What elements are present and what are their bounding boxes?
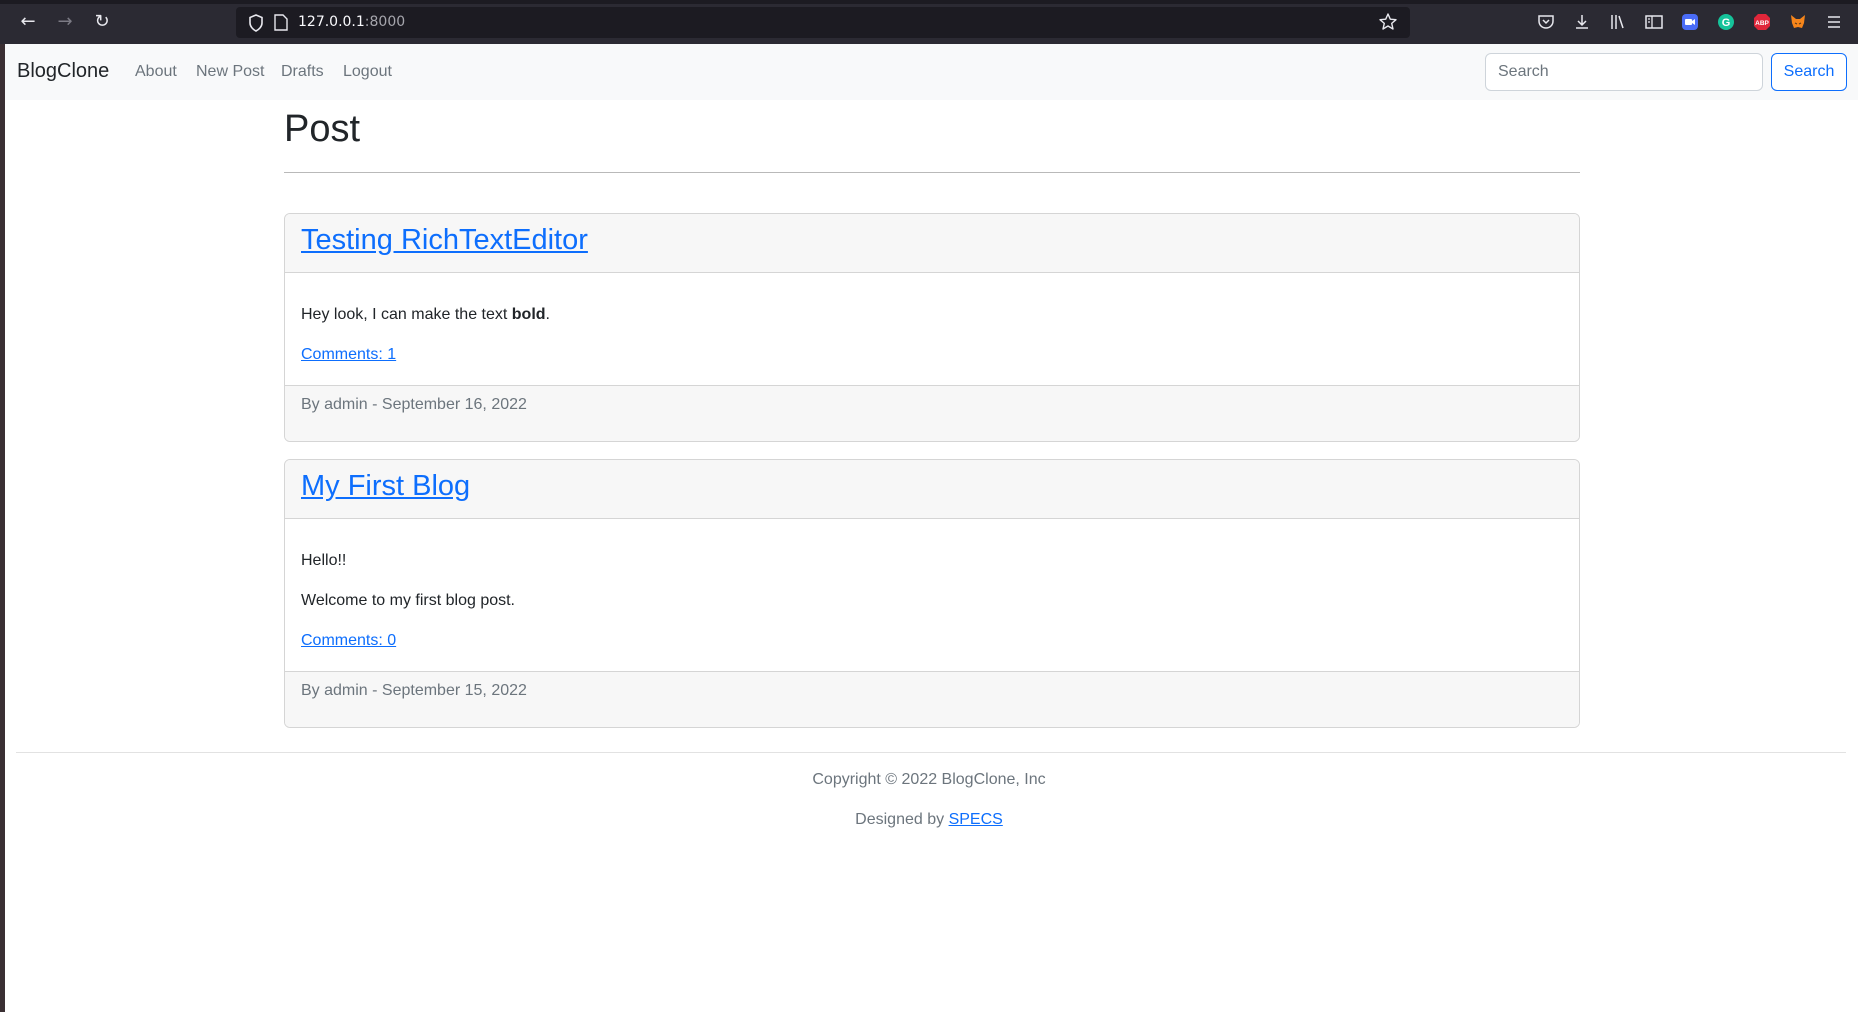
reload-icon[interactable]: ↻ bbox=[90, 10, 114, 34]
comments-link[interactable]: Comments: 1 bbox=[301, 346, 396, 364]
post-body-line: Welcome to my first blog post. bbox=[301, 592, 515, 609]
footer-divider bbox=[16, 752, 1846, 753]
nav-link-about[interactable]: About bbox=[135, 63, 177, 81]
page-title: Post bbox=[284, 108, 361, 150]
designed-by-text: Designed by SPECS bbox=[0, 811, 1858, 829]
back-arrow-icon[interactable]: ← bbox=[16, 10, 40, 34]
url-text: 127.0.0.1:8000 bbox=[298, 14, 405, 30]
url-host: 127.0.0.1 bbox=[298, 14, 365, 30]
brand-logo-text[interactable]: BlogClone bbox=[17, 60, 109, 83]
post-meta: By admin - September 15, 2022 bbox=[301, 682, 527, 699]
site-navbar: BlogClone About New Post Drafts Logout S… bbox=[5, 44, 1858, 100]
address-bar[interactable]: 127.0.0.1:8000 bbox=[236, 7, 1410, 38]
pocket-icon[interactable] bbox=[1536, 12, 1556, 32]
sidebar-icon[interactable] bbox=[1644, 12, 1664, 32]
designed-by-prefix: Designed by bbox=[855, 811, 949, 828]
post-card-footer: By admin - September 15, 2022 bbox=[285, 671, 1579, 727]
post-card: My First Blog Hello!! Welcome to my firs… bbox=[284, 459, 1580, 728]
nav-link-new-post[interactable]: New Post bbox=[196, 63, 264, 81]
menu-hamburger-icon[interactable] bbox=[1824, 12, 1844, 32]
post-body-suffix: . bbox=[545, 306, 550, 323]
title-divider bbox=[284, 172, 1580, 173]
bookmark-star-icon[interactable] bbox=[1378, 12, 1398, 32]
window-top-edge bbox=[0, 0, 1858, 4]
downloads-icon[interactable] bbox=[1572, 12, 1592, 32]
browser-toolbar: ← → ↻ 127.0.0.1:8000 G ABP bbox=[0, 0, 1858, 44]
post-body-line: Hello!! bbox=[301, 552, 347, 569]
svg-text:G: G bbox=[1722, 17, 1731, 29]
svg-text:ABP: ABP bbox=[1755, 20, 1769, 27]
copyright-text: Copyright © 2022 BlogClone, Inc bbox=[812, 771, 1046, 788]
search-input[interactable] bbox=[1485, 53, 1763, 91]
post-title-link[interactable]: My First Blog bbox=[301, 470, 470, 503]
post-body-prefix: Hey look, I can make the text bbox=[301, 306, 512, 323]
post-body-bold: bold bbox=[511, 306, 546, 323]
adblock-plus-icon[interactable]: ABP bbox=[1752, 12, 1772, 32]
nav-link-drafts[interactable]: Drafts bbox=[281, 63, 324, 81]
url-port: :8000 bbox=[364, 14, 406, 30]
comments-link[interactable]: Comments: 0 bbox=[301, 632, 396, 650]
library-icon[interactable] bbox=[1608, 12, 1628, 32]
zoom-extension-icon[interactable] bbox=[1680, 12, 1700, 32]
post-body-text: Hey look, I can make the text bold. bbox=[301, 306, 550, 324]
specs-link[interactable]: SPECS bbox=[949, 811, 1003, 828]
grammarly-icon[interactable]: G bbox=[1716, 12, 1736, 32]
post-card-body: Hey look, I can make the text bold. Comm… bbox=[285, 273, 1579, 385]
nav-link-logout[interactable]: Logout bbox=[343, 63, 392, 81]
post-title-link[interactable]: Testing RichTextEditor bbox=[301, 224, 588, 257]
post-card-footer: By admin - September 16, 2022 bbox=[285, 385, 1579, 441]
post-card: Testing RichTextEditor Hey look, I can m… bbox=[284, 213, 1580, 442]
page-icon bbox=[274, 14, 288, 31]
post-card-header: My First Blog bbox=[285, 460, 1579, 519]
search-button[interactable]: Search bbox=[1771, 53, 1847, 91]
post-card-body: Hello!! Welcome to my first blog post. C… bbox=[285, 519, 1579, 671]
metamask-fox-icon[interactable] bbox=[1788, 12, 1808, 32]
forward-arrow-icon[interactable]: → bbox=[53, 10, 77, 34]
window-left-edge bbox=[0, 44, 5, 1012]
post-meta: By admin - September 16, 2022 bbox=[301, 396, 527, 413]
shield-icon[interactable] bbox=[246, 13, 266, 33]
post-card-header: Testing RichTextEditor bbox=[285, 214, 1579, 273]
